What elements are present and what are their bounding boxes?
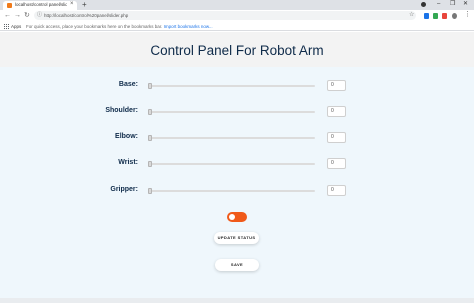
toggle-knob (229, 214, 235, 220)
extension-red-icon[interactable] (442, 13, 447, 19)
gripper-value-input[interactable]: 0 (327, 185, 346, 196)
extension-shield-icon[interactable] (424, 13, 429, 19)
update-status-button[interactable]: UPDATE STATUS (214, 232, 259, 244)
shoulder-slider-thumb[interactable] (148, 109, 152, 115)
gripper-slider-track[interactable] (148, 190, 315, 192)
favicon-icon (7, 3, 12, 8)
url-text[interactable]: http://localhost/control%20panel/slider.… (44, 13, 128, 18)
tab-title: localhost/control panel/slider.ph (15, 2, 67, 7)
tab-bar: localhost/control panel/slider.ph × + – … (0, 0, 474, 10)
info-icon[interactable]: ⓘ (37, 12, 42, 19)
browser-tab[interactable]: localhost/control panel/slider.ph × (3, 1, 77, 10)
bookmarks-bar: Apps For quick access, place your bookma… (0, 22, 474, 31)
shoulder-slider-track[interactable] (148, 111, 315, 113)
joint-row-gripper: Gripper: 0 (0, 185, 474, 197)
power-toggle[interactable] (227, 212, 247, 222)
profile-icon[interactable] (421, 2, 426, 7)
import-bookmarks-link[interactable]: Import bookmarks now... (164, 24, 213, 29)
account-icon[interactable] (452, 13, 457, 19)
gripper-label: Gripper: (110, 186, 138, 193)
save-button[interactable]: SAVE (215, 259, 259, 271)
elbow-slider-track[interactable] (148, 137, 315, 139)
joint-row-wrist: Wrist: 0 (0, 158, 474, 170)
apps-link[interactable]: Apps (11, 24, 21, 29)
bookmarks-hint: For quick access, place your bookmarks h… (26, 24, 213, 29)
wrist-slider-thumb[interactable] (148, 161, 152, 167)
close-window-button[interactable]: ✕ (463, 0, 468, 9)
joint-row-shoulder: Shoulder: 0 (0, 106, 474, 118)
address-bar[interactable]: ⓘ http://localhost/control%20panel/slide… (34, 11, 416, 20)
elbow-slider-thumb[interactable] (148, 135, 152, 141)
browser-menu-icon[interactable]: ⋮ (464, 10, 471, 20)
elbow-value-input[interactable]: 0 (327, 132, 346, 143)
base-label: Base: (118, 81, 138, 88)
elbow-label: Elbow: (115, 133, 138, 140)
browser-toolbar: ← → ↻ ⓘ http://localhost/control%20panel… (0, 10, 474, 22)
forward-button[interactable]: → (14, 11, 21, 20)
header: Control Panel For Robot Arm (0, 32, 474, 67)
new-tab-button[interactable]: + (82, 0, 87, 9)
maximize-button[interactable]: ❐ (450, 0, 455, 9)
gripper-slider-thumb[interactable] (148, 188, 152, 194)
joint-row-elbow: Elbow: 0 (0, 132, 474, 144)
minimize-button[interactable]: – (437, 0, 440, 9)
joint-row-base: Base: 0 (0, 80, 474, 92)
base-value-input[interactable]: 0 (327, 80, 346, 91)
reload-button[interactable]: ↻ (24, 11, 30, 20)
base-slider-thumb[interactable] (148, 83, 152, 89)
page-content: Control Panel For Robot Arm Base: 0 Shou… (0, 32, 474, 303)
shoulder-value-input[interactable]: 0 (327, 106, 346, 117)
bookmarks-hint-text: For quick access, place your bookmarks h… (26, 24, 163, 29)
back-button[interactable]: ← (4, 11, 11, 20)
shoulder-label: Shoulder: (105, 107, 138, 114)
tab-close-icon[interactable]: × (70, 1, 74, 7)
wrist-label: Wrist: (118, 159, 138, 166)
bookmark-star-icon[interactable]: ☆ (409, 11, 414, 20)
extension-green-icon[interactable] (433, 13, 438, 19)
wrist-slider-track[interactable] (148, 163, 315, 165)
wrist-value-input[interactable]: 0 (327, 158, 346, 169)
base-slider-track[interactable] (148, 85, 315, 87)
apps-grid-icon[interactable] (4, 24, 9, 29)
window-bottom-edge (0, 298, 474, 303)
page-title: Control Panel For Robot Arm (150, 43, 324, 58)
